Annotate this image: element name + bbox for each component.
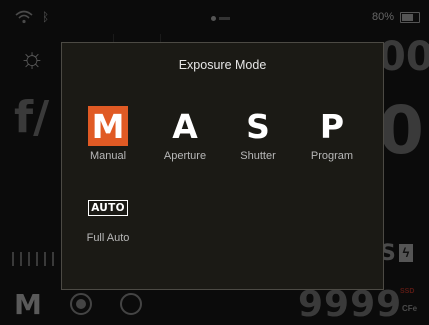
mode-letter-tile: M [88, 106, 128, 146]
timer-icon [120, 293, 142, 315]
wifi-icon [15, 10, 33, 24]
auto-badge-icon: AUTO [88, 200, 128, 216]
shooting-mode-letter: M [14, 288, 42, 321]
dialog-title: Exposure Mode [178, 58, 267, 72]
mode-letter-tile: S [246, 106, 270, 146]
record-button-icon [70, 293, 92, 315]
exposure-scale-ticks [12, 252, 57, 266]
mode-label: Aperture [163, 150, 207, 162]
shutter-value-partial: 00 [378, 34, 429, 80]
mode-letter-tile: P [319, 106, 345, 146]
battery-icon [400, 12, 420, 23]
mode-manual-button[interactable]: M Manual [78, 106, 138, 162]
mode-label: Full Auto [86, 232, 130, 244]
mode-letter-tile: A [172, 106, 198, 146]
auto-badge-tile: AUTO [87, 188, 129, 228]
mode-shutter-button[interactable]: S Shutter [228, 106, 288, 163]
brightness-sun-icon: ☼ [19, 42, 45, 73]
mode-aperture-button[interactable]: A Aperture [155, 106, 215, 163]
mode-full-auto-button[interactable]: AUTO Full Auto [78, 188, 138, 244]
flash-icon: ϟ [399, 244, 413, 262]
record-level-bar [219, 17, 230, 20]
status-bar: ᛒ 80% [0, 0, 429, 34]
camera-screen: ᛒ 80% ☼ f/ 00 0 S ϟ M 9999 SSD CFe Expos… [0, 0, 429, 325]
card-ssd-label: SSD [400, 288, 415, 295]
storage-card-indicator: SSD CFe [400, 288, 420, 316]
card-type-label: CFe [402, 304, 418, 313]
record-indicator-icon [211, 16, 216, 21]
mode-label: Manual [89, 150, 127, 162]
iso-value-partial: 0 [378, 92, 424, 169]
aperture-prefix: f/ [14, 92, 50, 143]
battery-percent: 80% [372, 11, 395, 23]
mode-label: Program [310, 150, 354, 162]
shots-remaining: 9999 [298, 284, 403, 325]
mode-program-button[interactable]: P Program [302, 106, 362, 163]
exposure-mode-dialog: Exposure Mode M Manual A Aperture S Shut… [61, 42, 384, 290]
mode-label: Shutter [240, 150, 276, 162]
bluetooth-icon: ᛒ [42, 10, 50, 24]
